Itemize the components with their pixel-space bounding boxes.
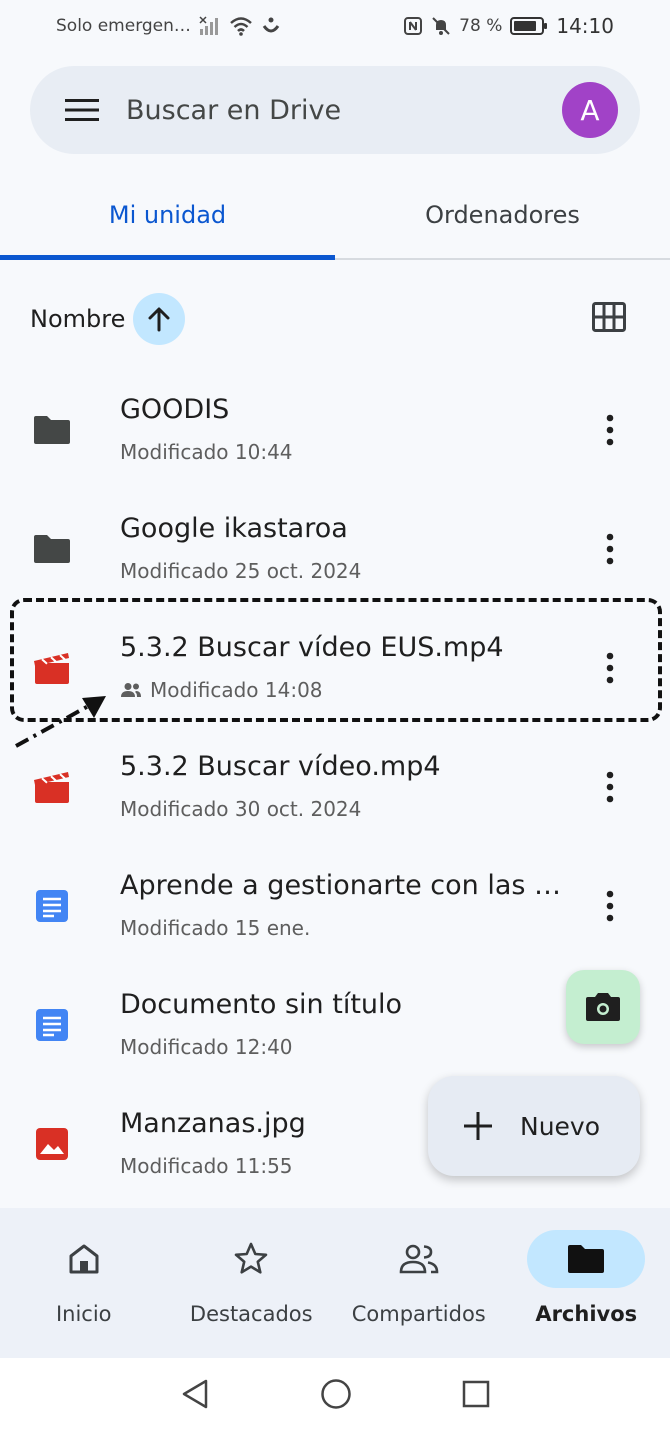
more-vert-icon [606, 890, 614, 922]
avatar[interactable]: A [562, 82, 618, 138]
more-options-button[interactable] [592, 412, 628, 448]
nav-label: Archivos [535, 1302, 638, 1326]
file-name: 5.3.2 Buscar vídeo EUS.mp4 [120, 632, 504, 663]
folder-icon [32, 412, 72, 448]
new-button-label: Nuevo [520, 1111, 601, 1141]
file-meta: Modificado 15 ene. [120, 916, 310, 940]
list-item[interactable]: Google ikastaroa Modificado 25 oct. 2024 [0, 491, 670, 610]
video-icon [32, 650, 72, 686]
more-vert-icon [606, 771, 614, 803]
folder-icon [527, 1230, 646, 1288]
more-vert-icon [606, 652, 614, 684]
carrier-text: Solo emergen… [56, 16, 191, 36]
home-icon [25, 1230, 143, 1288]
file-modified: Modificado 11:55 [120, 1154, 293, 1178]
nav-compartidos[interactable]: Compartidos [335, 1208, 503, 1358]
file-name: GOODIS [120, 394, 230, 425]
file-name: Aprende a gestionarte con las … [120, 870, 562, 901]
system-nav-bar [0, 1358, 670, 1434]
star-icon [192, 1230, 310, 1288]
folder-icon [32, 531, 72, 567]
signal-icon [199, 16, 221, 36]
sort-direction-button[interactable] [133, 293, 186, 345]
nav-label: Compartidos [351, 1302, 486, 1326]
list-item[interactable]: 5.3.2 Buscar vídeo EUS.mp4 Modificado 14… [0, 610, 670, 729]
file-meta: Modificado 30 oct. 2024 [120, 797, 361, 821]
arrow-up-icon [148, 307, 170, 332]
nav-destacados[interactable]: Destacados [168, 1208, 336, 1358]
home-circle-icon[interactable] [320, 1378, 352, 1414]
battery-percent: 78 % [459, 16, 503, 36]
battery-icon [510, 16, 548, 36]
data-saver-icon [261, 16, 281, 36]
grid-view-icon[interactable] [592, 302, 628, 336]
wifi-icon [229, 16, 253, 36]
file-modified: Modificado 30 oct. 2024 [120, 797, 362, 821]
file-meta: Modificado 14:08 [120, 678, 323, 702]
file-modified: Modificado 12:40 [120, 1035, 293, 1059]
nav-label: Destacados [189, 1302, 313, 1326]
camera-icon [586, 993, 620, 1021]
list-item[interactable]: 5.3.2 Buscar vídeo.mp4 Modificado 30 oct… [0, 729, 670, 848]
back-icon[interactable] [180, 1378, 210, 1414]
file-meta: Modificado 10:44 [120, 440, 293, 464]
shared-icon [121, 683, 141, 697]
file-name: Documento sin título [120, 989, 403, 1020]
file-name: Manzanas.jpg [120, 1108, 306, 1139]
more-options-button[interactable] [592, 531, 628, 567]
tab-ordenadores[interactable]: Ordenadores [335, 172, 670, 258]
recents-icon[interactable] [462, 1380, 490, 1412]
people-icon [360, 1230, 478, 1288]
file-name: 5.3.2 Buscar vídeo.mp4 [120, 751, 441, 782]
file-meta: Modificado 12:40 [120, 1035, 293, 1059]
image-icon [32, 1126, 72, 1162]
search-input[interactable]: Buscar en Drive [126, 95, 562, 126]
file-meta: Modificado 25 oct. 2024 [120, 559, 361, 583]
file-modified: Modificado 25 oct. 2024 [120, 559, 362, 583]
new-button[interactable]: Nuevo [428, 1076, 640, 1176]
nav-label: Inicio [55, 1302, 112, 1326]
scan-camera-button[interactable] [566, 970, 640, 1044]
file-meta: Modificado 11:55 [120, 1154, 293, 1178]
sort-label[interactable]: Nombre [30, 305, 125, 333]
more-vert-icon [606, 414, 614, 446]
video-icon [32, 769, 72, 805]
file-modified: Modificado 10:44 [120, 440, 293, 464]
sort-row: Nombre [0, 290, 670, 348]
search-bar[interactable]: Buscar en Drive A [30, 66, 640, 154]
list-item[interactable]: GOODIS Modificado 10:44 [0, 372, 670, 491]
doc-icon [32, 888, 72, 924]
plus-icon [464, 1112, 492, 1140]
more-vert-icon [606, 533, 614, 565]
file-modified: Modificado 15 ene. [120, 916, 311, 940]
list-item[interactable]: Aprende a gestionarte con las … Modifica… [0, 848, 670, 967]
more-options-button[interactable] [592, 650, 628, 686]
more-options-button[interactable] [592, 769, 628, 805]
status-bar: Solo emergen… 78 % 14:10 [0, 0, 670, 52]
tab-bar: Mi unidad Ordenadores [0, 172, 670, 260]
more-options-button[interactable] [592, 888, 628, 924]
tab-mi-unidad[interactable]: Mi unidad [0, 172, 335, 260]
bell-off-icon [431, 16, 451, 36]
file-name: Google ikastaroa [120, 513, 348, 544]
menu-icon[interactable] [64, 92, 100, 128]
nfc-icon [403, 16, 423, 36]
nav-archivos[interactable]: Archivos [503, 1208, 670, 1358]
doc-icon [32, 1007, 72, 1043]
clock: 14:10 [556, 14, 614, 38]
nav-inicio[interactable]: Inicio [0, 1208, 168, 1358]
bottom-nav: Inicio Destacados Compartidos Archivos [0, 1208, 670, 1358]
file-modified: Modificado 14:08 [150, 678, 323, 702]
